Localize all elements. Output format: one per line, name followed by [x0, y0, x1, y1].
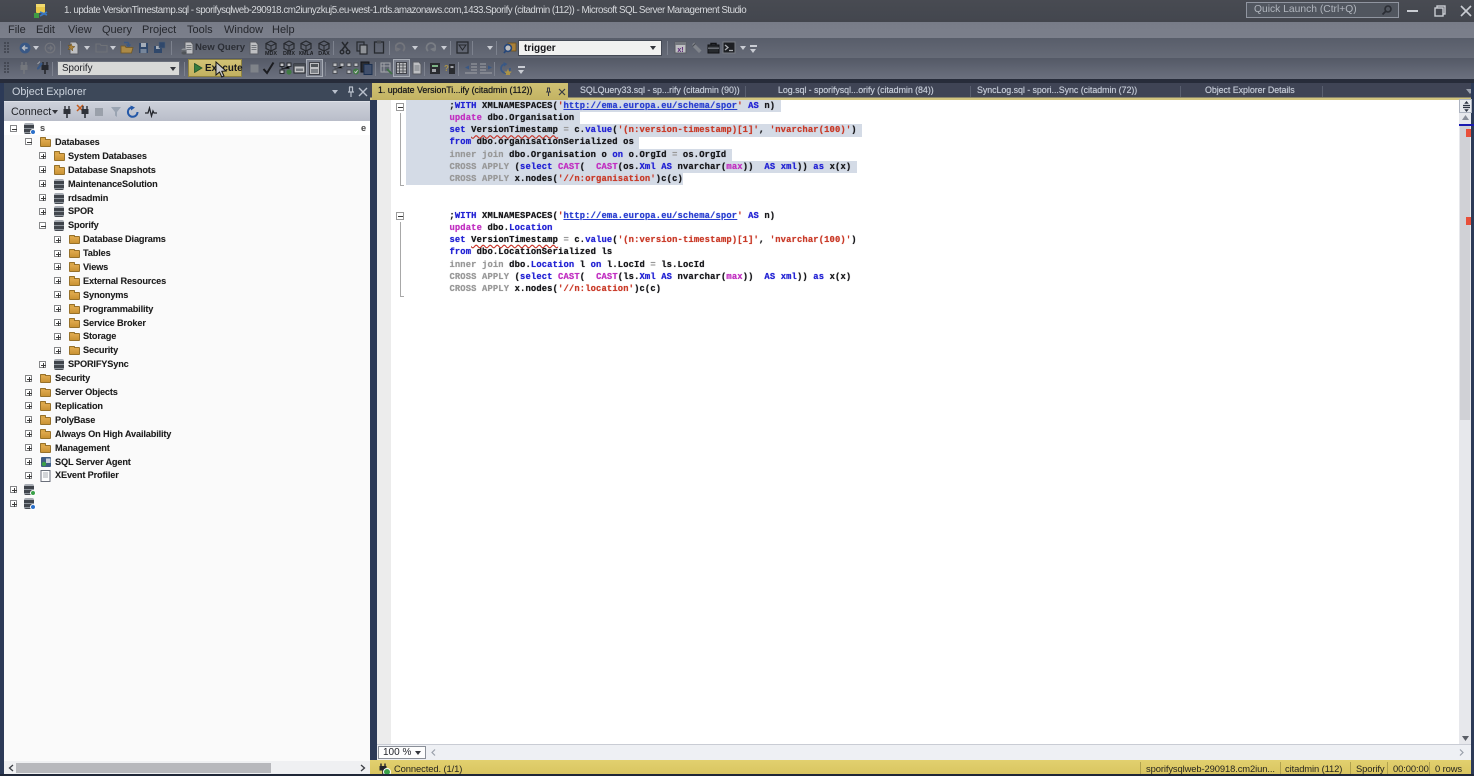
- svg-text:x!: x!: [677, 47, 683, 54]
- svg-text:MDX: MDX: [265, 51, 277, 55]
- svg-text:DMX: DMX: [283, 51, 295, 55]
- svg-text:DAX: DAX: [318, 51, 330, 55]
- svg-text:XMLA: XMLA: [299, 51, 313, 55]
- svg-text:?: ?: [444, 64, 449, 73]
